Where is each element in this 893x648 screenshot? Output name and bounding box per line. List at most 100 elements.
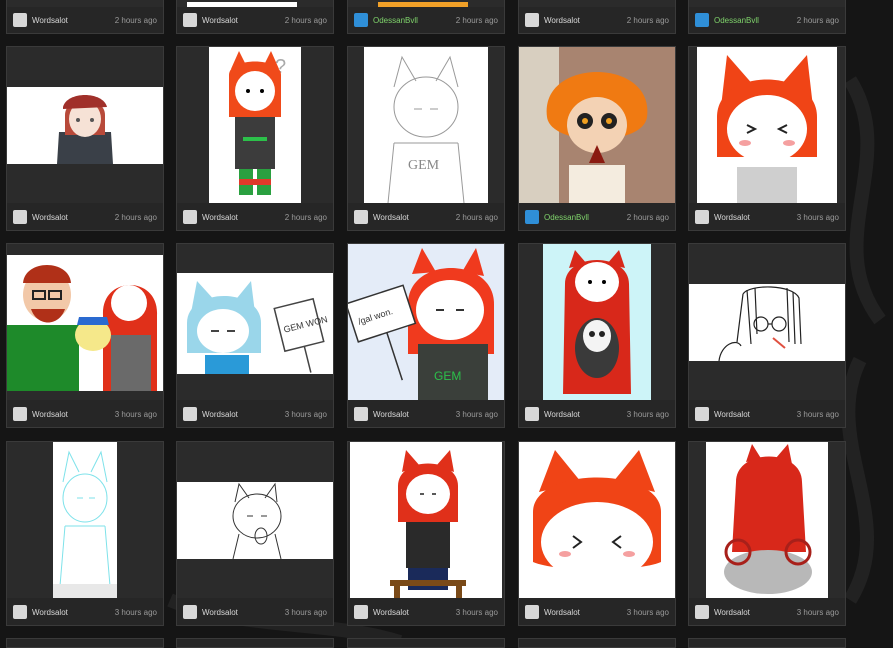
gallery-card[interactable]: [176, 638, 334, 648]
username-link[interactable]: Wordsalot: [373, 213, 456, 222]
thumbnail[interactable]: [7, 442, 163, 598]
username-link[interactable]: Wordsalot: [32, 410, 115, 419]
wordsalot-avatar[interactable]: [13, 605, 27, 619]
odessanbvll-avatar[interactable]: [525, 210, 539, 224]
username-link[interactable]: Wordsalot: [32, 16, 115, 25]
gallery-card[interactable]: Wordsalot 3 hours ago: [6, 243, 164, 428]
gallery-card[interactable]: ? Wordsalot 2 hours ago: [176, 46, 334, 231]
thumbnail[interactable]: [177, 0, 333, 7]
thumbnail[interactable]: [7, 0, 163, 7]
thumbnail[interactable]: [519, 0, 675, 7]
wordsalot-avatar[interactable]: [354, 605, 368, 619]
thumbnail[interactable]: [689, 244, 845, 400]
wordsalot-avatar[interactable]: [695, 210, 709, 224]
wordsalot-avatar[interactable]: [525, 605, 539, 619]
thumbnail[interactable]: ?: [177, 47, 333, 203]
wordsalot-avatar[interactable]: [183, 13, 197, 27]
gallery-card[interactable]: Wordsalot 3 hours ago: [518, 441, 676, 626]
card-meta: Wordsalot 2 hours ago: [348, 204, 504, 230]
gallery-card[interactable]: [6, 638, 164, 648]
username-link[interactable]: Wordsalot: [544, 608, 627, 617]
timestamp: 3 hours ago: [796, 212, 839, 222]
username-link[interactable]: Wordsalot: [32, 213, 115, 222]
drawing-image: GEM /gal won.: [348, 244, 504, 400]
wordsalot-avatar[interactable]: [13, 210, 27, 224]
username-link[interactable]: Wordsalot: [202, 213, 285, 222]
drawing-image: ?: [209, 47, 301, 203]
thumbnail[interactable]: [348, 0, 504, 7]
gallery-card[interactable]: Wordsalot 2 hours ago: [176, 0, 334, 34]
thumbnail[interactable]: [177, 442, 333, 598]
drawing-image: [697, 47, 837, 203]
thumbnail[interactable]: [348, 442, 504, 598]
wordsalot-avatar[interactable]: [354, 210, 368, 224]
gallery-card[interactable]: Wordsalot 3 hours ago: [688, 441, 846, 626]
username-link[interactable]: Wordsalot: [373, 410, 456, 419]
thumbnail[interactable]: [519, 47, 675, 203]
username-link[interactable]: Wordsalot: [202, 410, 285, 419]
gallery-card[interactable]: Wordsalot 2 hours ago: [518, 0, 676, 34]
wordsalot-avatar[interactable]: [695, 407, 709, 421]
wordsalot-avatar[interactable]: [183, 605, 197, 619]
username-link[interactable]: Wordsalot: [544, 410, 627, 419]
gallery-card[interactable]: Wordsalot 2 hours ago: [6, 0, 164, 34]
username-link[interactable]: Wordsalot: [202, 16, 285, 25]
thumbnail[interactable]: [689, 0, 845, 7]
wordsalot-avatar[interactable]: [525, 407, 539, 421]
username-link[interactable]: Wordsalot: [32, 608, 115, 617]
timestamp: 2 hours ago: [455, 212, 498, 222]
gallery-card[interactable]: Wordsalot 3 hours ago: [6, 441, 164, 626]
gallery-card[interactable]: [518, 638, 676, 648]
wordsalot-avatar[interactable]: [13, 407, 27, 421]
gallery-card[interactable]: GEM /gal won. Wordsalot 3 hours ago: [347, 243, 505, 428]
gallery-card[interactable]: Wordsalot 3 hours ago: [347, 441, 505, 626]
thumbnail[interactable]: [519, 442, 675, 598]
thumbnail[interactable]: GEM /gal won.: [348, 244, 504, 400]
card-meta: Wordsalot 3 hours ago: [689, 204, 845, 230]
gallery-card[interactable]: GEM WON Wordsalot 3 hours ago: [176, 243, 334, 428]
gallery-card[interactable]: Wordsalot 3 hours ago: [518, 243, 676, 428]
timestamp: 3 hours ago: [114, 607, 157, 617]
gallery-card[interactable]: GEM Wordsalot 2 hours ago: [347, 46, 505, 231]
gallery-card[interactable]: OdessanBvll 2 hours ago: [347, 0, 505, 34]
gallery-card[interactable]: OdessanBvll 2 hours ago: [518, 46, 676, 231]
gallery-card[interactable]: Wordsalot 3 hours ago: [176, 441, 334, 626]
username-link[interactable]: OdessanBvll: [373, 16, 456, 25]
gallery-card[interactable]: OdessanBvll 2 hours ago: [688, 0, 846, 34]
wordsalot-avatar[interactable]: [695, 605, 709, 619]
wordsalot-avatar[interactable]: [183, 407, 197, 421]
username-link[interactable]: Wordsalot: [714, 410, 797, 419]
gallery-card[interactable]: Wordsalot 2 hours ago: [6, 46, 164, 231]
username-link[interactable]: OdessanBvll: [544, 213, 627, 222]
card-meta: Wordsalot 2 hours ago: [519, 7, 675, 33]
username-link[interactable]: Wordsalot: [714, 608, 797, 617]
thumbnail[interactable]: [7, 47, 163, 203]
username-link[interactable]: Wordsalot: [373, 608, 456, 617]
odessanbvll-avatar[interactable]: [354, 13, 368, 27]
timestamp: 2 hours ago: [284, 212, 327, 222]
thumbnail[interactable]: [689, 442, 845, 598]
wordsalot-avatar[interactable]: [13, 13, 27, 27]
odessanbvll-avatar[interactable]: [695, 13, 709, 27]
username-link[interactable]: Wordsalot: [544, 16, 627, 25]
drawing-image: [177, 482, 333, 559]
thumbnail[interactable]: GEM: [348, 47, 504, 203]
username-link[interactable]: OdessanBvll: [714, 16, 797, 25]
timestamp: 3 hours ago: [626, 409, 669, 419]
gallery-card[interactable]: Wordsalot 3 hours ago: [688, 243, 846, 428]
card-meta: OdessanBvll 2 hours ago: [348, 7, 504, 33]
card-meta: OdessanBvll 2 hours ago: [689, 7, 845, 33]
thumbnail[interactable]: GEM WON: [177, 244, 333, 400]
gallery-card[interactable]: [347, 638, 505, 648]
wordsalot-avatar[interactable]: [183, 210, 197, 224]
username-link[interactable]: Wordsalot: [714, 213, 797, 222]
gallery-card[interactable]: [688, 638, 846, 648]
thumbnail[interactable]: [7, 244, 163, 400]
gallery-card[interactable]: Wordsalot 3 hours ago: [688, 46, 846, 231]
thumbnail[interactable]: [519, 244, 675, 400]
wordsalot-avatar[interactable]: [354, 407, 368, 421]
timestamp: 2 hours ago: [626, 212, 669, 222]
thumbnail[interactable]: [689, 47, 845, 203]
wordsalot-avatar[interactable]: [525, 13, 539, 27]
username-link[interactable]: Wordsalot: [202, 608, 285, 617]
